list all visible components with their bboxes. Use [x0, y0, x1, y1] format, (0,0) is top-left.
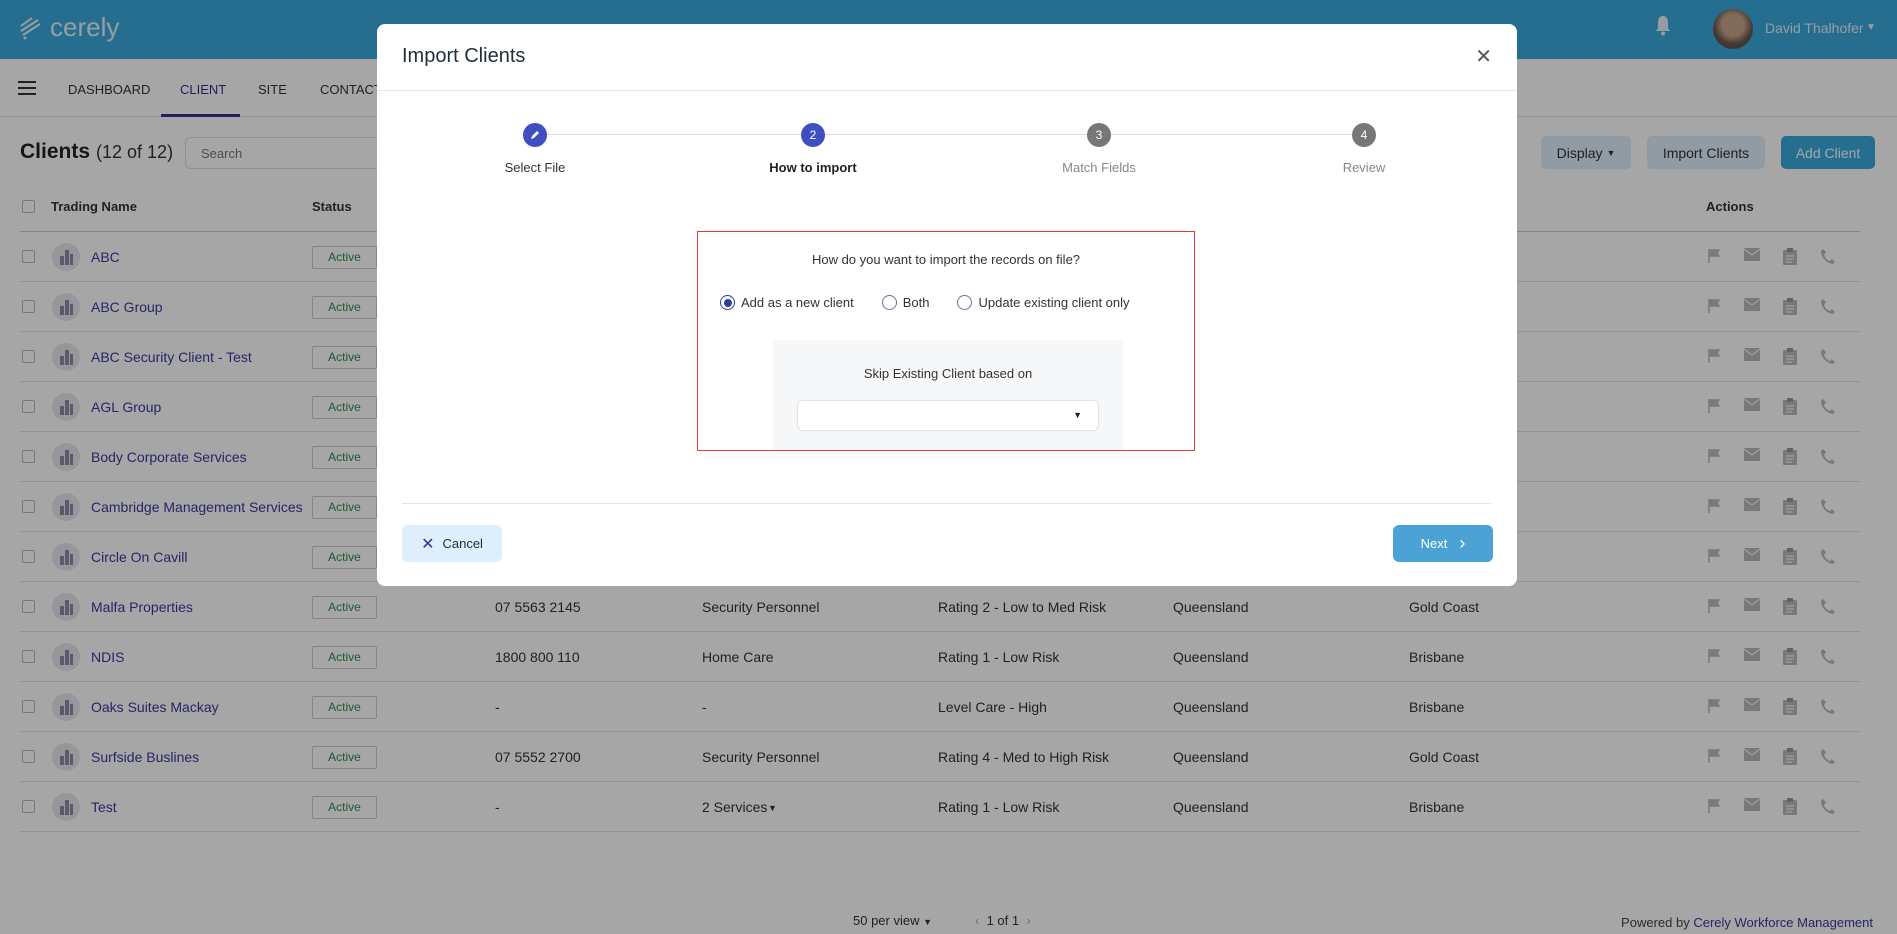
- import-options-panel: How do you want to import the records on…: [697, 231, 1195, 451]
- modal-title: Import Clients: [402, 45, 526, 67]
- step-connector: [547, 134, 813, 135]
- step-2-label: How to import: [769, 160, 857, 175]
- next-button[interactable]: Next ›: [1393, 525, 1493, 562]
- chevron-right-icon: ›: [1459, 533, 1466, 553]
- radio-update-existing[interactable]: Update existing client only: [957, 295, 1130, 310]
- step-1-edit-icon: [523, 123, 547, 147]
- step-3-indicator: 3: [1087, 123, 1111, 147]
- radio-label: Add as a new client: [741, 295, 854, 310]
- cancel-label: Cancel: [442, 536, 483, 551]
- caret-down-icon: ▼: [1073, 410, 1082, 420]
- next-label: Next: [1420, 536, 1448, 551]
- import-clients-modal: Import Clients ✕ 2 3 4 Select File How t…: [377, 24, 1517, 586]
- import-question: How do you want to import the records on…: [811, 252, 1081, 267]
- step-3-label: Match Fields: [1062, 160, 1136, 175]
- radio-both[interactable]: Both: [881, 295, 930, 310]
- import-mode-radio-group: Add as a new client Both Update existing…: [720, 295, 1130, 310]
- cancel-button[interactable]: ✕ Cancel: [402, 525, 502, 562]
- skip-existing-section: Skip Existing Client based on ▼: [773, 340, 1123, 450]
- radio-empty-icon: [957, 295, 973, 310]
- modal-footer-divider: [402, 503, 1492, 504]
- modal-header-divider: [377, 90, 1517, 91]
- radio-selected-icon: [720, 295, 735, 310]
- step-4-label: Review: [1342, 160, 1386, 175]
- radio-label: Update existing client only: [978, 295, 1130, 310]
- step-1-label: Select File: [504, 160, 566, 175]
- close-icon: ✕: [421, 535, 435, 553]
- close-icon[interactable]: ✕: [1475, 44, 1492, 69]
- radio-add-new[interactable]: Add as a new client: [720, 295, 854, 310]
- radio-label: Both: [902, 295, 930, 310]
- step-connector: [825, 134, 1099, 135]
- radio-empty-icon: [881, 295, 897, 310]
- skip-existing-select[interactable]: ▼: [797, 400, 1099, 431]
- skip-existing-label: Skip Existing Client based on: [863, 366, 1033, 381]
- step-connector: [1111, 134, 1364, 135]
- step-4-indicator: 4: [1352, 123, 1376, 147]
- step-2-indicator: 2: [801, 123, 825, 147]
